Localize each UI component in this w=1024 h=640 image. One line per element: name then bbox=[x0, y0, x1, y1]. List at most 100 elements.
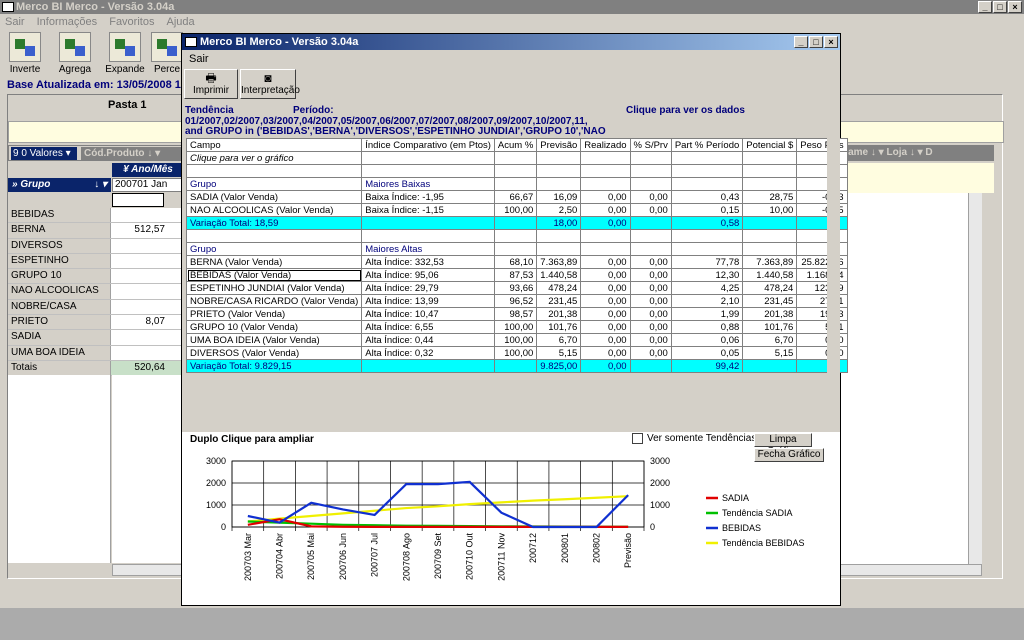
table-cell[interactable]: PRIETO (Valor Venda) bbox=[185, 307, 363, 321]
table-cell[interactable] bbox=[361, 216, 495, 230]
spacer-row[interactable] bbox=[185, 229, 848, 243]
table-cell[interactable] bbox=[493, 242, 538, 256]
table-cell[interactable] bbox=[580, 164, 631, 178]
table-cell[interactable]: 0,00 bbox=[580, 294, 631, 308]
pivot-row-label[interactable]: SADIA bbox=[8, 330, 111, 345]
table-cell[interactable] bbox=[742, 359, 798, 373]
table-cell[interactable]: Índice Comparativo (em Ptos) bbox=[361, 138, 495, 152]
table-row[interactable]: NAO ALCOOLICAS (Valor Venda) Baixa Índice… bbox=[185, 203, 848, 217]
table-cell[interactable]: 16,09 bbox=[536, 190, 582, 204]
table-cell[interactable] bbox=[629, 151, 672, 165]
table-row[interactable]: GRUPO 10 (Valor Venda) Alta Índice: 6,55 1… bbox=[185, 320, 848, 334]
table-cell[interactable] bbox=[493, 164, 538, 178]
table-cell[interactable]: 0,00 bbox=[629, 190, 672, 204]
table-cell[interactable]: Variação Total: 9.829,15 bbox=[185, 359, 363, 373]
table-cell[interactable] bbox=[670, 242, 744, 256]
table-cell[interactable] bbox=[629, 229, 672, 243]
table-cell[interactable]: 231,45 bbox=[742, 294, 798, 308]
table-cell[interactable]: 68,10 bbox=[493, 255, 538, 269]
table-cell[interactable]: 0,00 bbox=[629, 333, 672, 347]
table-cell[interactable]: 100,00 bbox=[493, 203, 538, 217]
table-cell[interactable]: Grupo bbox=[185, 177, 363, 191]
table-cell[interactable]: 0,00 bbox=[629, 268, 672, 282]
table-cell[interactable]: 0,00 bbox=[580, 281, 631, 295]
table-cell[interactable]: UMA BOA IDEIA (Valor Venda) bbox=[185, 333, 363, 347]
table-cell[interactable]: 478,24 bbox=[742, 281, 798, 295]
table-cell[interactable] bbox=[580, 151, 631, 165]
table-cell[interactable]: % S/Prv bbox=[629, 138, 672, 152]
pivot-row-label[interactable]: BEBIDAS bbox=[8, 208, 111, 223]
table-cell[interactable]: 0,00 bbox=[580, 190, 631, 204]
menu-ajuda[interactable]: Ajuda bbox=[167, 16, 195, 28]
table-cell[interactable] bbox=[536, 229, 582, 243]
table-cell[interactable]: Alta Índice: 332,53 bbox=[361, 255, 495, 269]
table-cell[interactable]: 28,75 bbox=[742, 190, 798, 204]
table-cell[interactable]: 1.440,58 bbox=[742, 268, 798, 282]
table-cell[interactable] bbox=[536, 177, 582, 191]
pivot-row-label[interactable]: GRUPO 10 bbox=[8, 269, 111, 284]
table-cell[interactable]: 101,76 bbox=[742, 320, 798, 334]
table-cell[interactable]: 0,00 bbox=[580, 359, 631, 373]
table-cell[interactable]: Clique para ver o gráfico bbox=[185, 151, 363, 165]
table-cell[interactable] bbox=[629, 177, 672, 191]
table-cell[interactable]: 1,99 bbox=[670, 307, 744, 321]
table-cell[interactable]: Maiores Baixas bbox=[361, 177, 495, 191]
table-cell[interactable]: Alta Índice: 0,44 bbox=[361, 333, 495, 347]
report-vscrollbar[interactable] bbox=[827, 102, 840, 432]
pivot-row-label[interactable]: NAO ALCOOLICAS bbox=[8, 284, 111, 299]
table-cell[interactable]: 2,50 bbox=[536, 203, 582, 217]
table-cell[interactable]: 6,70 bbox=[742, 333, 798, 347]
table-cell[interactable]: 87,53 bbox=[493, 268, 538, 282]
table-cell[interactable] bbox=[536, 151, 582, 165]
clique-dados-link[interactable]: Clique para ver os dados bbox=[626, 105, 745, 116]
table-cell[interactable]: 0,00 bbox=[580, 216, 631, 230]
table-cell[interactable]: 7.363,89 bbox=[742, 255, 798, 269]
table-cell[interactable]: Baixa Índice: -1,15 bbox=[361, 203, 495, 217]
inverte-button[interactable]: Inverte bbox=[2, 32, 48, 75]
table-cell[interactable]: 12,30 bbox=[670, 268, 744, 282]
table-cell[interactable]: 99,42 bbox=[670, 359, 744, 373]
dialog-maximize-button[interactable]: □ bbox=[809, 36, 823, 48]
section-header-row[interactable]: Grupo Maiores Altas bbox=[185, 242, 848, 256]
table-cell[interactable]: 0,00 bbox=[629, 294, 672, 308]
table-cell[interactable]: 10,00 bbox=[742, 203, 798, 217]
table-cell[interactable]: Alta Índice: 29,79 bbox=[361, 281, 495, 295]
table-cell[interactable] bbox=[361, 164, 495, 178]
table-cell[interactable]: 0,00 bbox=[580, 255, 631, 269]
table-cell[interactable] bbox=[361, 229, 495, 243]
interpretacao-button[interactable]: ◙ Interpretação bbox=[240, 69, 300, 99]
table-cell[interactable]: Acum % bbox=[493, 138, 538, 152]
table-cell[interactable]: SADIA (Valor Venda) bbox=[185, 190, 363, 204]
pivot-row-label[interactable]: Totais bbox=[8, 360, 111, 376]
pivot-hscrollbar-right[interactable] bbox=[834, 564, 982, 576]
table-cell[interactable]: Alta Índice: 13,99 bbox=[361, 294, 495, 308]
pivot-row-value[interactable] bbox=[111, 299, 184, 315]
table-cell[interactable]: Grupo bbox=[185, 242, 363, 256]
agrega-button[interactable]: Agrega bbox=[52, 32, 98, 75]
table-cell[interactable] bbox=[629, 164, 672, 178]
table-cell[interactable]: 0,00 bbox=[629, 203, 672, 217]
spacer-row[interactable] bbox=[185, 164, 848, 178]
valores-field[interactable]: 9 0 Valores ▾ bbox=[11, 147, 77, 160]
table-row[interactable]: ESPETINHO JUNDIAI (Valor Venda) Alta Índi… bbox=[185, 281, 848, 295]
table-cell[interactable]: 0,00 bbox=[580, 307, 631, 321]
pivot-row-value[interactable] bbox=[111, 345, 184, 360]
table-cell[interactable]: 100,00 bbox=[493, 346, 538, 360]
pivot-right-fields[interactable]: hame ↓ ▾ Loja ↓ ▾ D bbox=[834, 145, 994, 161]
table-cell[interactable]: 0,00 bbox=[580, 333, 631, 347]
table-cell[interactable] bbox=[629, 216, 672, 230]
table-cell[interactable] bbox=[742, 177, 798, 191]
table-row[interactable]: DIVERSOS (Valor Venda) Alta Índice: 0,32 1… bbox=[185, 346, 848, 360]
table-cell[interactable] bbox=[670, 151, 744, 165]
pivot-row-value[interactable] bbox=[111, 238, 184, 253]
table-cell[interactable] bbox=[185, 229, 363, 243]
table-cell[interactable] bbox=[580, 242, 631, 256]
imprimir-button[interactable]: 🖶 Imprimir bbox=[184, 69, 238, 99]
graph-hint-row[interactable]: Clique para ver o gráfico bbox=[185, 151, 848, 165]
table-cell[interactable]: 0,15 bbox=[670, 203, 744, 217]
table-row[interactable]: NOBRE/CASA RICARDO (Valor Venda) Alta Índ… bbox=[185, 294, 848, 308]
menu-informacoes[interactable]: Informações bbox=[37, 16, 98, 28]
maximize-button[interactable]: □ bbox=[993, 1, 1007, 13]
table-cell[interactable]: 6,70 bbox=[536, 333, 582, 347]
table-cell[interactable]: GRUPO 10 (Valor Venda) bbox=[185, 320, 363, 334]
